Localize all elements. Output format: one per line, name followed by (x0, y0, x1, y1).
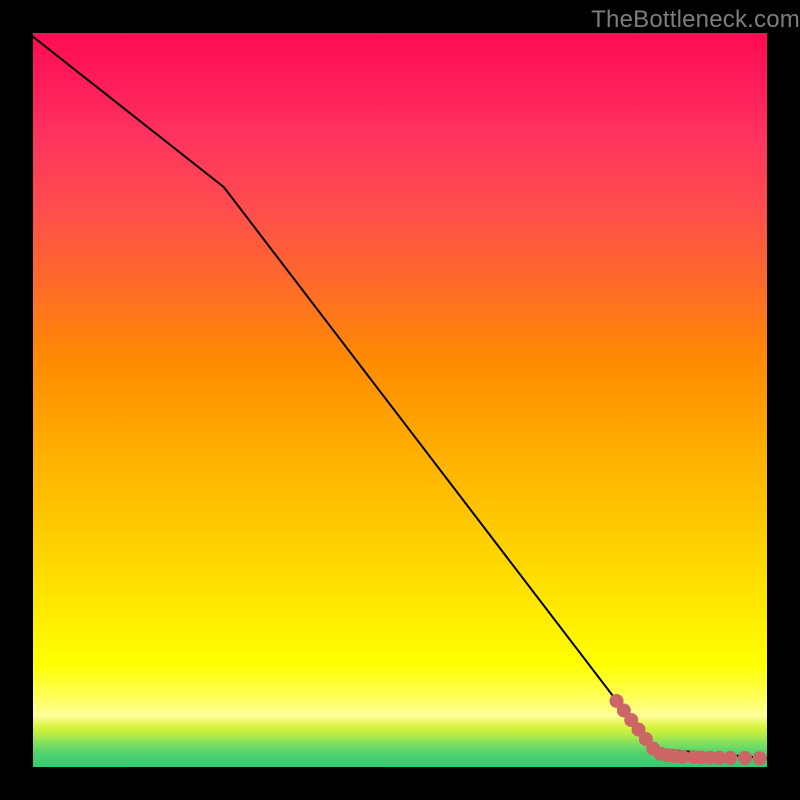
dots-group (610, 694, 766, 764)
data-point (753, 752, 766, 765)
data-point (724, 751, 737, 764)
curve-path (33, 37, 767, 759)
watermark-text: TheBottleneck.com (591, 6, 800, 34)
chart-frame: TheBottleneck.com (0, 0, 800, 800)
chart-overlay (33, 33, 767, 767)
data-point (738, 752, 751, 765)
